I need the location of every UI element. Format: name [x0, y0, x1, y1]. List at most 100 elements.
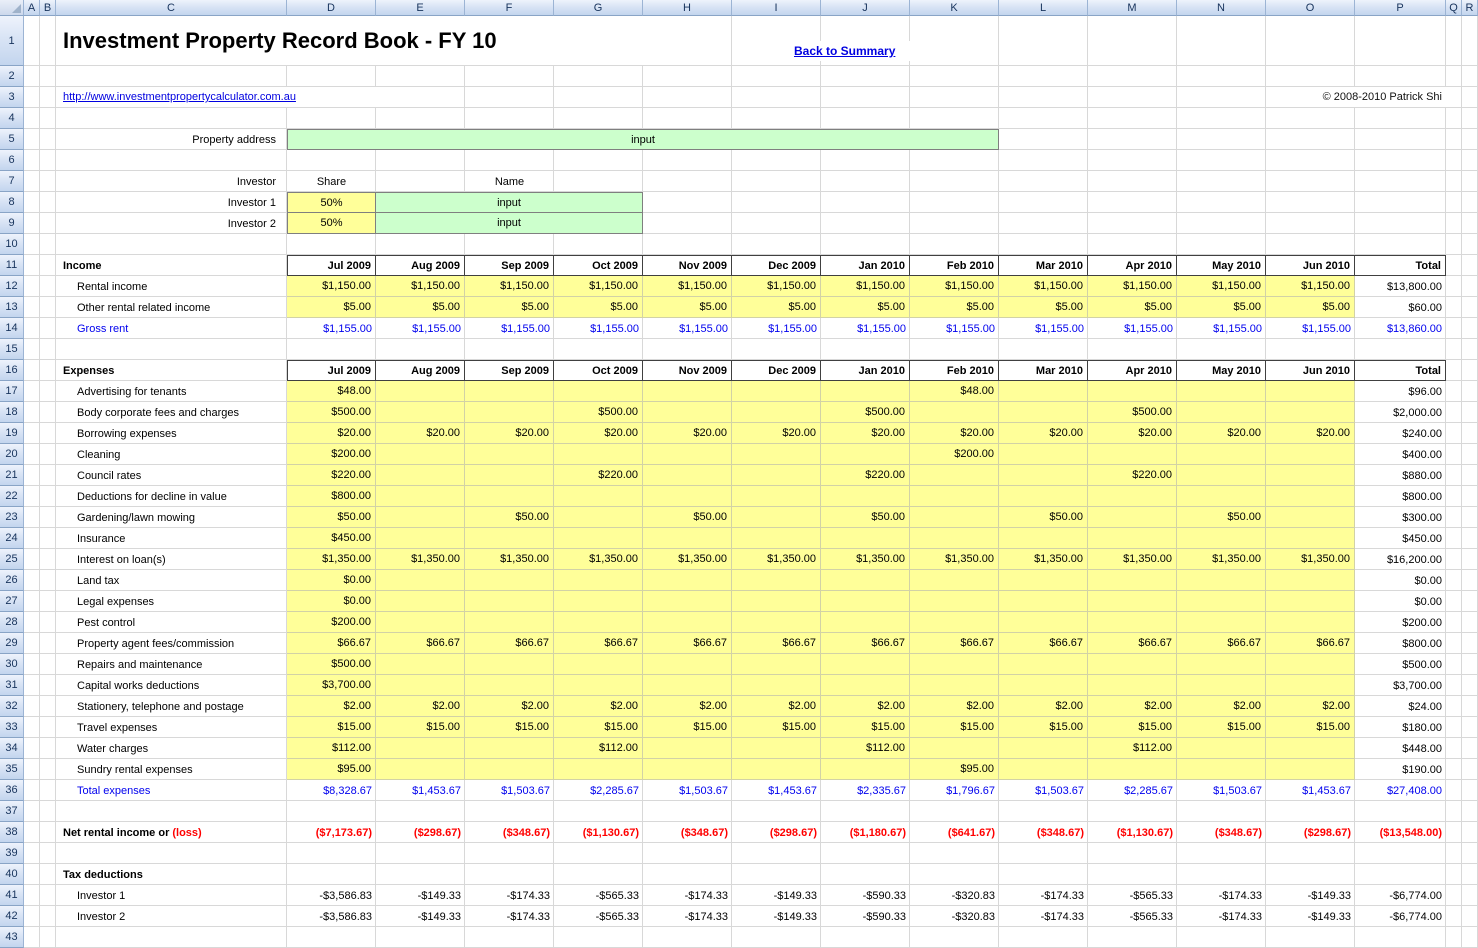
- expense-row-11-value[interactable]: [732, 591, 821, 612]
- expense-row-13-value[interactable]: $66.67: [821, 633, 910, 654]
- expense-row-6-value[interactable]: [376, 486, 465, 507]
- column-header-q[interactable]: Q: [1446, 0, 1462, 16]
- expense-row-17-value[interactable]: $15.00: [287, 717, 376, 738]
- expense-row-8-value[interactable]: [1177, 528, 1266, 549]
- expense-row-17-value[interactable]: $15.00: [821, 717, 910, 738]
- expense-row-7-value[interactable]: [554, 507, 643, 528]
- expense-row-13-value[interactable]: $66.67: [732, 633, 821, 654]
- row-header-31[interactable]: 31: [0, 675, 24, 696]
- row-header-43[interactable]: 43: [0, 927, 24, 948]
- expense-row-16-value[interactable]: $2.00: [999, 696, 1088, 717]
- expense-row-1-value[interactable]: [821, 381, 910, 402]
- rental-income-value[interactable]: $1,150.00: [554, 276, 643, 297]
- expense-row-13-value[interactable]: $66.67: [999, 633, 1088, 654]
- column-header-r[interactable]: R: [1462, 0, 1478, 16]
- rental-income-value[interactable]: $1,150.00: [1177, 276, 1266, 297]
- expense-row-7-value[interactable]: $50.00: [643, 507, 732, 528]
- row-header-2[interactable]: 2: [0, 66, 24, 87]
- expense-row-19-value[interactable]: [554, 759, 643, 780]
- other-rental-income-value[interactable]: $5.00: [1266, 297, 1355, 318]
- column-header-l[interactable]: L: [999, 0, 1088, 16]
- expense-row-2-value[interactable]: [643, 402, 732, 423]
- expense-row-1-value[interactable]: [465, 381, 554, 402]
- expense-row-17-value[interactable]: $15.00: [1266, 717, 1355, 738]
- rental-income-value[interactable]: $1,150.00: [465, 276, 554, 297]
- expense-row-2-value[interactable]: $500.00: [554, 402, 643, 423]
- expense-row-9-value[interactable]: $1,350.00: [643, 549, 732, 570]
- expense-row-16-value[interactable]: $2.00: [1177, 696, 1266, 717]
- expense-row-2-value[interactable]: $500.00: [821, 402, 910, 423]
- expense-row-7-value[interactable]: [732, 507, 821, 528]
- other-rental-income-value[interactable]: $5.00: [554, 297, 643, 318]
- expense-row-18-value[interactable]: [999, 738, 1088, 759]
- expense-row-5-value[interactable]: $220.00: [554, 465, 643, 486]
- expense-row-15-value[interactable]: [910, 675, 999, 696]
- expense-row-2-value[interactable]: [376, 402, 465, 423]
- expense-row-8-value[interactable]: $450.00: [287, 528, 376, 549]
- expense-row-1-value[interactable]: $48.00: [287, 381, 376, 402]
- expense-row-11-value[interactable]: [910, 591, 999, 612]
- expense-row-9-value[interactable]: $1,350.00: [910, 549, 999, 570]
- expense-row-8-value[interactable]: [910, 528, 999, 549]
- expense-row-2-value[interactable]: $500.00: [1088, 402, 1177, 423]
- expense-row-4-value[interactable]: [999, 444, 1088, 465]
- row-header-30[interactable]: 30: [0, 654, 24, 675]
- expense-row-15-value[interactable]: [376, 675, 465, 696]
- expense-row-5-value[interactable]: [643, 465, 732, 486]
- expense-row-16-value[interactable]: $2.00: [465, 696, 554, 717]
- expense-row-10-value[interactable]: [643, 570, 732, 591]
- expense-row-7-value[interactable]: [910, 507, 999, 528]
- expense-row-8-value[interactable]: [1088, 528, 1177, 549]
- expense-row-7-value[interactable]: $50.00: [287, 507, 376, 528]
- row-header-18[interactable]: 18: [0, 402, 24, 423]
- expense-row-13-value[interactable]: $66.67: [910, 633, 999, 654]
- expense-row-2-value[interactable]: [910, 402, 999, 423]
- expense-row-11-value[interactable]: [1177, 591, 1266, 612]
- column-header-j[interactable]: J: [821, 0, 910, 16]
- expense-row-6-value[interactable]: [821, 486, 910, 507]
- website-link[interactable]: http://www.investmentpropertycalculator.…: [56, 87, 376, 107]
- expense-row-5-value[interactable]: $220.00: [821, 465, 910, 486]
- expense-row-15-value[interactable]: [999, 675, 1088, 696]
- expense-row-12-value[interactable]: [1088, 612, 1177, 633]
- rental-income-value[interactable]: $1,150.00: [643, 276, 732, 297]
- expense-row-3-value[interactable]: $20.00: [821, 423, 910, 444]
- row-header-16[interactable]: 16: [0, 360, 24, 381]
- expense-row-16-value[interactable]: $2.00: [643, 696, 732, 717]
- expense-row-8-value[interactable]: [732, 528, 821, 549]
- expense-row-16-value[interactable]: $2.00: [732, 696, 821, 717]
- expense-row-6-value[interactable]: [1266, 486, 1355, 507]
- column-header-e[interactable]: E: [376, 0, 465, 16]
- column-header-n[interactable]: N: [1177, 0, 1266, 16]
- expense-row-12-value[interactable]: [465, 612, 554, 633]
- row-header-35[interactable]: 35: [0, 759, 24, 780]
- expense-row-19-value[interactable]: $95.00: [910, 759, 999, 780]
- expense-row-15-value[interactable]: [465, 675, 554, 696]
- select-all-corner[interactable]: [0, 0, 24, 16]
- other-rental-income-value[interactable]: $5.00: [1177, 297, 1266, 318]
- row-header-3[interactable]: 3: [0, 87, 24, 108]
- expense-row-18-value[interactable]: [910, 738, 999, 759]
- expense-row-8-value[interactable]: [1266, 528, 1355, 549]
- rental-income-value[interactable]: $1,150.00: [376, 276, 465, 297]
- expense-row-3-value[interactable]: $20.00: [910, 423, 999, 444]
- other-rental-income-value[interactable]: $5.00: [821, 297, 910, 318]
- row-header-13[interactable]: 13: [0, 297, 24, 318]
- row-header-8[interactable]: 8: [0, 192, 24, 213]
- expense-row-18-value[interactable]: $112.00: [554, 738, 643, 759]
- row-header-17[interactable]: 17: [0, 381, 24, 402]
- row-header-11[interactable]: 11: [0, 255, 24, 276]
- expense-row-6-value[interactable]: [910, 486, 999, 507]
- row-header-29[interactable]: 29: [0, 633, 24, 654]
- property-address-input[interactable]: input: [287, 129, 999, 150]
- expense-row-15-value[interactable]: [821, 675, 910, 696]
- rental-income-value[interactable]: $1,150.00: [821, 276, 910, 297]
- column-header-b[interactable]: B: [40, 0, 56, 16]
- expense-row-17-value[interactable]: $15.00: [465, 717, 554, 738]
- expense-row-16-value[interactable]: $2.00: [554, 696, 643, 717]
- expense-row-10-value[interactable]: [732, 570, 821, 591]
- expense-row-17-value[interactable]: $15.00: [376, 717, 465, 738]
- expense-row-18-value[interactable]: [643, 738, 732, 759]
- row-header-15[interactable]: 15: [0, 339, 24, 360]
- expense-row-1-value[interactable]: [999, 381, 1088, 402]
